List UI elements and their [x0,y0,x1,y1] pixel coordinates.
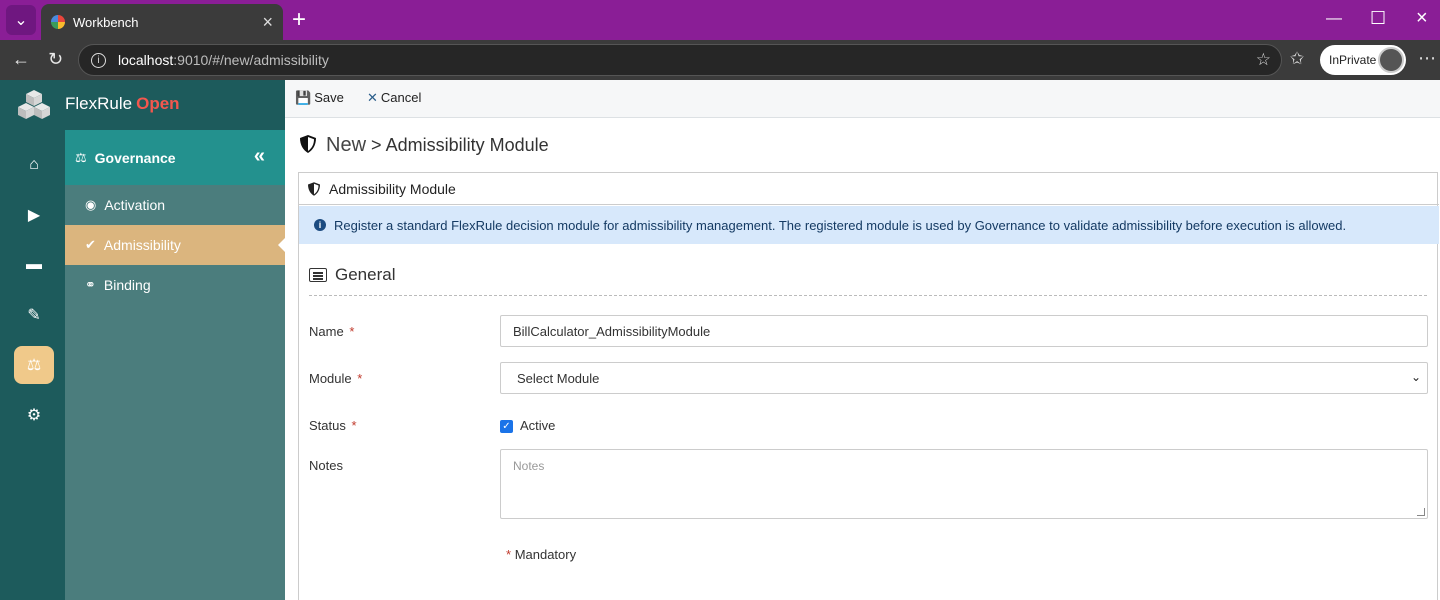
tab-title: Workbench [73,14,139,30]
pencil-icon[interactable]: ✎ [14,296,54,334]
status-label: Status * [309,418,357,433]
sidebar-item-label: Activation [104,197,166,213]
favorites-icon[interactable]: ✩ [1290,49,1304,69]
browser-tab[interactable]: Workbench × [41,4,283,40]
required-mark: * [351,418,357,433]
url-host: localhost [118,52,174,68]
inprivate-label: InPrivate [1329,53,1377,67]
title-rest: Admissibility Module [385,135,549,155]
brand-name: FlexRule [65,94,133,113]
brand-title: FlexRule Open [65,94,180,114]
info-text: Register a standard FlexRule decision mo… [334,217,1347,233]
url-path: :9010/#/new/admissibility [173,52,329,68]
required-mark: * [357,371,363,386]
gear-icon[interactable]: ⚙ [14,396,54,434]
tab-list-button[interactable]: ⌄ [6,5,36,35]
module-value: Select Module [517,370,600,386]
status-label-text: Status [309,418,346,433]
title-new: New [326,134,367,156]
play-icon[interactable]: ▶ [14,196,54,234]
subnav-header-label: Governance [94,149,176,166]
sidebar-item-admissibility[interactable]: ✔ Admissibility [65,225,285,265]
mandatory-text: Mandatory [514,547,577,562]
archive-icon[interactable]: ▬ [14,246,54,284]
info-icon: i [314,219,326,231]
notes-label: Notes [309,458,343,473]
required-mark: * [349,324,355,339]
collapse-icon[interactable]: « [254,145,265,168]
section-divider [309,295,1427,296]
name-input[interactable]: BillCalculator_AdmissibilityModule [500,315,1428,347]
close-window-icon[interactable]: × [1416,7,1428,30]
list-icon [309,268,327,282]
form-panel: Admissibility Module i Register a standa… [298,172,1439,600]
info-alert: i Register a standard FlexRule decision … [299,206,1439,244]
notes-textarea[interactable]: Notes [500,449,1428,519]
minimize-icon[interactable]: — [1326,10,1342,28]
back-icon[interactable]: ← [12,49,30,70]
module-select[interactable]: Select Module ⌄ [500,362,1428,394]
star-icon[interactable]: ☆ [1256,50,1271,70]
scale-icon[interactable]: ⚖ [14,346,54,384]
panel-header: Admissibility Module [299,173,1439,205]
url-input[interactable]: i localhost:9010/#/new/admissibility ☆ [78,44,1282,76]
active-checkbox-label[interactable]: Active [520,418,555,433]
section-title-label: General [335,265,396,284]
browser-titlebar: ⌄ Workbench × + — ☐ × [0,0,1440,40]
maximize-icon[interactable]: ☐ [1370,8,1386,29]
sidebar-item-label: Binding [103,277,151,293]
shield-icon [308,182,320,196]
save-label: Save [314,90,344,105]
title-separator: > [371,135,382,155]
inprivate-button[interactable]: InPrivate [1320,45,1406,75]
cancel-button[interactable]: ✕ Cancel [367,90,421,106]
notes-placeholder: Notes [513,459,545,473]
scale-icon: ⚖ [75,149,87,165]
check-circle-icon: ✔ [85,237,96,252]
link-icon: ⚭ [85,277,96,292]
favicon-icon [51,15,65,29]
close-icon: ✕ [367,90,378,105]
sidebar-item-binding[interactable]: ⚭ Binding [65,265,285,305]
required-mark: * [506,547,512,562]
subnav-header: ⚖ Governance « [65,130,285,185]
active-checkbox[interactable]: ✓ [500,420,513,433]
home-icon[interactable]: ⌂ [14,146,54,184]
refresh-icon[interactable]: ↻ [48,49,63,70]
shield-icon [300,135,316,153]
module-label-text: Module [309,371,352,386]
page-title: New > Admissibility Module [300,134,549,157]
governance-subnav: ⚖ Governance « ◉ Activation ✔ Admissibil… [65,130,285,600]
name-label: Name * [309,324,354,339]
icon-rail: ⌂ ▶ ▬ ✎ ⚖ ⚙ [0,130,65,600]
name-value: BillCalculator_AdmissibilityModule [513,323,711,339]
toggle-icon: ◉ [85,197,97,212]
cancel-label: Cancel [380,90,422,105]
sidebar-item-label: Admissibility [103,237,181,253]
section-title: General [309,265,395,285]
close-tab-icon[interactable]: × [262,12,273,33]
avatar-icon [1378,47,1404,73]
module-label: Module * [309,371,362,386]
chevron-down-icon: ⌄ [14,12,28,29]
sidebar-item-activation[interactable]: ◉ Activation [65,185,285,225]
save-button[interactable]: 💾 Save [295,90,344,106]
toolbar: 💾 Save ✕ Cancel [285,80,1440,118]
info-icon[interactable]: i [91,52,106,68]
floppy-icon: 💾 [295,90,312,105]
chevron-down-icon: ⌄ [1410,370,1421,384]
resize-handle-icon[interactable] [1417,508,1425,516]
panel-title: Admissibility Module [329,180,456,197]
new-tab-icon[interactable]: + [292,8,306,32]
name-label-text: Name [309,324,344,339]
more-icon[interactable]: ⋯ [1418,48,1436,69]
mandatory-note: * Mandatory [504,547,576,562]
flexrule-logo-icon [18,90,50,119]
brand-highlight: Open [136,94,180,113]
address-bar: ← ↻ i localhost:9010/#/new/admissibility… [0,40,1440,80]
